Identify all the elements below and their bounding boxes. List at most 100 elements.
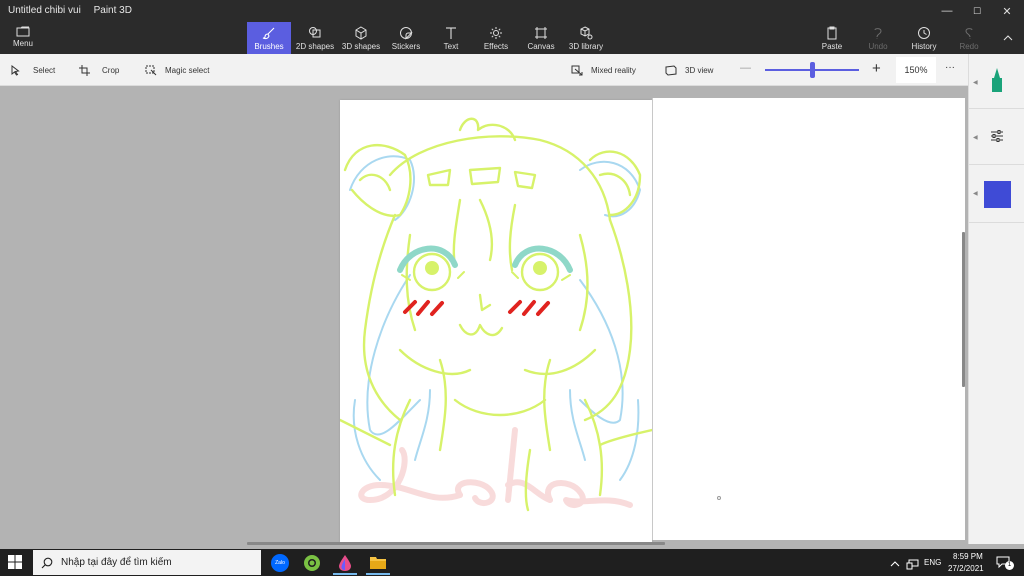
- select-button[interactable]: Select: [10, 63, 55, 77]
- magic-select-button[interactable]: Magic select: [145, 63, 209, 77]
- show-hidden-icons-button[interactable]: [890, 556, 902, 568]
- marker-icon: [992, 68, 1002, 92]
- taskbar-app-zalo[interactable]: Zalo: [265, 550, 295, 575]
- network-icon: [906, 559, 919, 570]
- 3d-view-button[interactable]: 3D view: [665, 63, 713, 77]
- tab-stickers[interactable]: Stickers: [384, 22, 428, 54]
- app-header: Untitled chibi vui Paint 3D — ☐ ✕ Menu B…: [0, 0, 1024, 54]
- tab-2d-shapes-label: 2D shapes: [295, 42, 335, 51]
- tab-2d-shapes[interactable]: 2D shapes: [293, 22, 337, 54]
- cursor-dot: [717, 496, 721, 500]
- select-label: Select: [33, 65, 56, 75]
- crop-label: Crop: [102, 65, 120, 75]
- minimize-button[interactable]: —: [932, 0, 962, 22]
- tab-text[interactable]: Text: [429, 22, 473, 54]
- tab-brushes[interactable]: Brushes: [247, 22, 291, 54]
- menu-button[interactable]: Menu: [6, 24, 40, 52]
- tab-3d-library-label: 3D library: [568, 42, 604, 51]
- canvas-icon: [535, 27, 547, 39]
- vertical-scrollbar[interactable]: [962, 232, 965, 387]
- window-title: Untitled chibi vui Paint 3D: [8, 5, 142, 16]
- taskbar-app-paint3d[interactable]: [330, 550, 360, 575]
- paint3d-icon: [339, 554, 351, 571]
- more-options-button[interactable]: ···: [945, 62, 963, 76]
- blush-marks: [403, 300, 550, 316]
- color-swatch[interactable]: [984, 181, 1011, 208]
- taskbar: Nhập tại đây để tìm kiếm Zalo ENG 8:59 P…: [0, 549, 1024, 576]
- effects-icon: [490, 27, 502, 39]
- tab-brushes-label: Brushes: [254, 42, 284, 51]
- tab-3d-library[interactable]: 3D library: [564, 22, 608, 54]
- app-name: Paint 3D: [93, 5, 132, 16]
- workspace-area[interactable]: [652, 98, 965, 540]
- 3d-library-icon: [580, 26, 593, 40]
- start-button[interactable]: [8, 555, 24, 571]
- tab-text-label: Text: [443, 42, 459, 51]
- taskbar-app-file-explorer[interactable]: [363, 550, 393, 575]
- input-language[interactable]: ENG: [924, 558, 941, 567]
- collapse-toolbar-button[interactable]: [998, 28, 1018, 48]
- cube-icon: [355, 26, 367, 40]
- side-separator: [969, 222, 1024, 223]
- mixed-reality-button[interactable]: Mixed reality: [571, 63, 636, 77]
- side-panel: ◀ ◀ ◀: [968, 54, 1024, 544]
- marker-tool-button[interactable]: [987, 66, 1007, 96]
- history-icon: [918, 27, 930, 39]
- network-status-button[interactable]: [906, 557, 919, 570]
- tab-effects[interactable]: Effects: [474, 22, 518, 54]
- drawing-canvas[interactable]: [338, 100, 654, 542]
- magic-select-label: Magic select: [165, 65, 210, 75]
- paste-button[interactable]: Paste: [810, 22, 854, 54]
- text-icon: [446, 27, 456, 39]
- horizontal-scrollbar[interactable]: [247, 542, 665, 545]
- taskbar-app-browser[interactable]: [297, 550, 327, 575]
- maximize-button[interactable]: ☐: [962, 0, 992, 22]
- redo-button[interactable]: Redo: [947, 22, 991, 54]
- caret-left-icon: ◀: [973, 80, 978, 86]
- folder-icon: [370, 557, 386, 569]
- zoom-out-button[interactable]: —: [740, 62, 752, 76]
- chevron-up-icon: [890, 561, 900, 567]
- history-button[interactable]: History: [902, 22, 946, 54]
- tab-3d-shapes-label: 3D shapes: [341, 42, 381, 51]
- brush-icon: [262, 27, 275, 40]
- zoom-in-button[interactable]: +: [872, 60, 884, 77]
- chevron-up-icon: [1003, 35, 1013, 41]
- running-app-indicator: [366, 573, 390, 575]
- notification-count-badge: 1: [1005, 561, 1014, 570]
- caret-left-icon: ◀: [973, 135, 978, 141]
- search-placeholder: Nhập tại đây để tìm kiếm: [61, 557, 172, 568]
- crop-icon: [79, 64, 90, 76]
- eyes: [397, 245, 573, 292]
- mixed-reality-icon: [571, 65, 583, 75]
- notification-center-button[interactable]: 1: [996, 555, 1014, 571]
- clipboard-icon: [827, 26, 837, 40]
- magic-select-icon: [145, 65, 157, 75]
- close-button[interactable]: ✕: [992, 0, 1022, 22]
- sticker-icon: [400, 27, 413, 40]
- redo-icon: [965, 28, 973, 39]
- 2d-shapes-icon: [309, 27, 321, 38]
- crop-button[interactable]: Crop: [79, 63, 119, 77]
- tab-effects-label: Effects: [483, 42, 509, 51]
- signature-scribble: [358, 427, 633, 509]
- active-app-indicator: [333, 573, 357, 575]
- clock-date[interactable]: 27/2/2021: [948, 564, 984, 573]
- windows-logo-icon: [8, 555, 22, 569]
- tab-3d-shapes[interactable]: 3D shapes: [339, 22, 383, 54]
- clock-time[interactable]: 8:59 PM: [953, 552, 983, 561]
- taskbar-search-box[interactable]: Nhập tại đây để tìm kiếm: [33, 550, 261, 575]
- brush-settings-button[interactable]: [989, 129, 1005, 143]
- undo-button[interactable]: Undo: [856, 22, 900, 54]
- zoom-slider-thumb[interactable]: [809, 62, 815, 78]
- redo-label: Redo: [959, 42, 979, 51]
- undo-icon: [874, 28, 882, 39]
- zoom-value[interactable]: 150%: [896, 57, 936, 83]
- side-separator: [969, 108, 1024, 109]
- search-icon: [41, 557, 53, 568]
- menu-label: Menu: [12, 39, 33, 48]
- tab-canvas[interactable]: Canvas: [519, 22, 563, 54]
- mixed-reality-label: Mixed reality: [591, 65, 636, 75]
- paste-label: Paste: [821, 42, 843, 51]
- tab-canvas-label: Canvas: [527, 42, 555, 51]
